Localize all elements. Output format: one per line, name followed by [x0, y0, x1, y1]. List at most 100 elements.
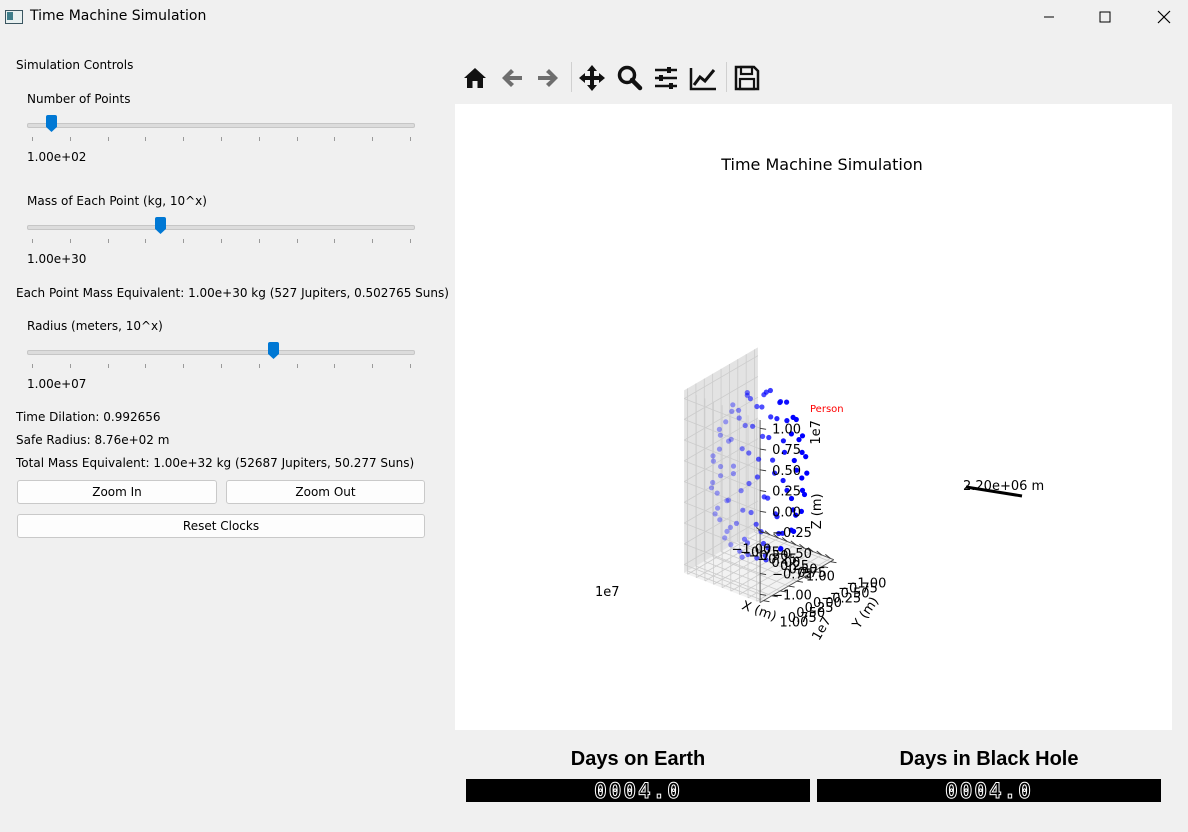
data-point [733, 520, 740, 527]
home-icon[interactable] [461, 64, 489, 92]
slider-tick [32, 137, 33, 141]
data-point [742, 422, 748, 429]
radius-slider[interactable] [27, 342, 415, 372]
data-point [730, 402, 736, 408]
z-tick [760, 448, 767, 451]
data-point [712, 511, 718, 517]
close-icon [1157, 10, 1171, 24]
data-point [730, 463, 737, 469]
minimize-button[interactable] [1026, 0, 1072, 34]
slider-tick [296, 239, 298, 243]
data-point [739, 446, 745, 452]
data-point [710, 479, 716, 486]
mass-slider-handle[interactable] [155, 217, 166, 234]
z-tick-label: 0.50 [772, 464, 801, 479]
window-title: Time Machine Simulation [30, 8, 207, 24]
slider-tick [69, 239, 71, 243]
z-tick [760, 469, 767, 472]
slider-tick [410, 239, 411, 243]
z-tick-label: 0.75 [772, 443, 801, 458]
slider-tick [221, 137, 222, 141]
configure-subplots-icon[interactable] [652, 64, 680, 92]
slider-tick [296, 137, 298, 141]
data-point [727, 524, 734, 531]
slider-tick [410, 137, 411, 141]
radius-label: Radius (meters, 10^x) [27, 319, 163, 333]
data-point [753, 521, 759, 527]
z-offset-label: 1e7 [809, 420, 824, 445]
data-point [761, 392, 767, 398]
data-point [754, 403, 760, 410]
x-tick-label: 1.00 [806, 569, 835, 584]
y-tick [763, 600, 770, 603]
zoom-in-button[interactable]: Zoom In [17, 480, 217, 504]
reset-clocks-button[interactable]: Reset Clocks [17, 514, 425, 538]
z-axis-label: Z (m) [810, 493, 825, 529]
data-point [756, 456, 762, 462]
data-point [770, 457, 776, 463]
slider-tick [372, 364, 374, 368]
save-icon[interactable] [733, 64, 761, 92]
z-tick-label: 1.00 [772, 422, 801, 437]
total-mass-text: Total Mass Equivalent: 1.00e+32 kg (5268… [16, 456, 415, 470]
zoom-out-button[interactable]: Zoom Out [226, 480, 425, 504]
scatter-3d-chart: −1.00−1.00−1.00−0.75−0.75−0.75−0.50−0.50… [595, 155, 1044, 643]
data-point [803, 454, 809, 460]
z-tick-label: −0.25 [772, 526, 812, 541]
points-slider[interactable] [27, 115, 415, 145]
x-offset-label: 1e7 [595, 585, 620, 600]
data-point [761, 494, 767, 500]
maximize-button[interactable] [1082, 0, 1128, 34]
plot-canvas[interactable]: −1.00 −1.00 −1.00 −0.75 −0.75 −0.75 −0.50 −0.50… [455, 104, 1172, 730]
zoom-icon[interactable] [615, 64, 643, 92]
slider-tick [296, 364, 298, 368]
close-button[interactable] [1141, 0, 1187, 34]
data-point [768, 414, 774, 420]
mass-equivalent-text: Each Point Mass Equivalent: 1.00e+30 kg … [16, 286, 449, 300]
y-tick [788, 585, 795, 588]
slider-tick [183, 137, 185, 141]
slider-tick [107, 137, 109, 141]
data-point [738, 488, 744, 494]
maximize-icon [1099, 11, 1111, 23]
data-point [744, 392, 750, 398]
data-point [777, 399, 783, 406]
slider-tick [258, 364, 260, 368]
data-point [716, 446, 723, 452]
back-icon[interactable] [498, 64, 526, 92]
data-point [710, 453, 716, 459]
data-point [717, 432, 724, 438]
points-value: 1.00e+02 [27, 150, 87, 164]
points-slider-handle[interactable] [46, 115, 57, 132]
slider-tick [334, 364, 336, 368]
toolbar-separator [571, 62, 572, 92]
slider-tick [145, 364, 147, 368]
slider-tick [221, 239, 222, 243]
y-tick [830, 561, 837, 564]
data-point [726, 438, 732, 444]
slider-tick [145, 137, 147, 141]
slider-tick [69, 137, 71, 141]
data-point [714, 490, 720, 496]
mass-label: Mass of Each Point (kg, 10^x) [27, 194, 207, 208]
slider-tick [107, 239, 109, 243]
radius-slider-handle[interactable] [268, 342, 279, 359]
person-annotation: Person [810, 404, 844, 415]
slider-tick [334, 239, 336, 243]
pan-icon[interactable] [578, 64, 606, 92]
data-point [708, 485, 715, 491]
z-tick-label: 0.00 [772, 505, 801, 520]
earth-clock-display: 0004.0 [466, 778, 810, 803]
forward-icon[interactable] [534, 64, 562, 92]
slider-tick [372, 137, 374, 141]
black-hole-clock-display: 0004.0 [817, 778, 1161, 803]
data-point [774, 416, 780, 422]
data-point [722, 535, 728, 541]
edit-axis-icon[interactable] [689, 64, 717, 92]
controls-panel: Simulation Controls Number of Points 1.0… [0, 34, 449, 832]
mass-slider[interactable] [27, 217, 415, 247]
slider-tick [145, 239, 147, 243]
data-point [716, 426, 723, 432]
data-point [715, 505, 721, 511]
data-point [790, 414, 796, 420]
